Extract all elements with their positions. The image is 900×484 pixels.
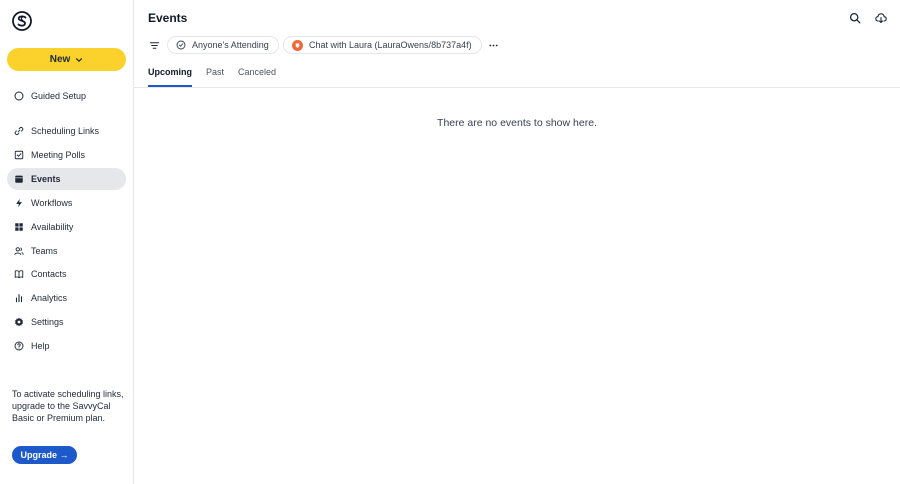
- sidebar-item-events[interactable]: Events: [7, 168, 126, 190]
- grid-icon: [15, 223, 23, 231]
- sidebar-item-teams[interactable]: Teams: [7, 240, 126, 262]
- sidebar: New Guided Setup Scheduling Links Meetin…: [0, 0, 134, 484]
- page-title: Events: [148, 11, 188, 25]
- users-icon: [14, 247, 24, 255]
- sidebar-item-label: Help: [31, 341, 50, 351]
- sidebar-item-label: Events: [31, 174, 61, 184]
- sidebar-item-label: Scheduling Links: [31, 126, 100, 136]
- tab-past[interactable]: Past: [206, 65, 224, 87]
- sidebar-item-analytics[interactable]: Analytics: [7, 287, 126, 309]
- gear-icon: [14, 317, 24, 327]
- calendar-filter-chip[interactable]: Chat with Laura (LauraOwens/8b737a4f): [283, 36, 482, 54]
- empty-state-message: There are no events to show here.: [437, 117, 597, 129]
- book-icon: [14, 270, 24, 279]
- sidebar-item-label: Analytics: [31, 293, 68, 303]
- bar-chart-icon: [15, 294, 23, 303]
- sidebar-item-guided-setup[interactable]: Guided Setup: [7, 85, 126, 107]
- sidebar-item-workflows[interactable]: Workflows: [7, 192, 126, 214]
- cloud-download-icon[interactable]: [875, 12, 887, 24]
- sidebar-item-label: Guided Setup: [31, 91, 87, 101]
- tab-upcoming[interactable]: Upcoming: [148, 65, 192, 87]
- attendance-filter-chip[interactable]: Anyone's Attending: [167, 36, 279, 54]
- checkbox-icon: [14, 150, 24, 160]
- sidebar-item-label: Contacts: [31, 269, 67, 279]
- sidebar-item-availability[interactable]: Availability: [7, 216, 126, 238]
- sidebar-item-help[interactable]: Help: [7, 335, 126, 357]
- avatar: [292, 39, 303, 51]
- sidebar-item-label: Meeting Polls: [31, 150, 86, 160]
- tabs-divider: [134, 87, 900, 88]
- calendar-icon: [15, 175, 23, 183]
- new-button[interactable]: New: [7, 48, 126, 71]
- filter-icon[interactable]: [149, 40, 160, 51]
- calendar-filter-label: Chat with Laura (LauraOwens/8b737a4f): [309, 40, 472, 50]
- sidebar-item-label: Settings: [31, 317, 64, 327]
- sidebar-item-label: Teams: [31, 246, 58, 256]
- search-icon[interactable]: [849, 12, 861, 24]
- savvycal-logo-icon[interactable]: [12, 11, 32, 31]
- attendance-filter-label: Anyone's Attending: [192, 40, 269, 50]
- more-horizontal-icon[interactable]: [488, 40, 499, 51]
- new-button-label: New: [49, 54, 71, 65]
- sidebar-item-label: Workflows: [31, 198, 73, 208]
- link-icon: [14, 126, 24, 136]
- circle-icon: [14, 91, 24, 101]
- sidebar-item-scheduling-links[interactable]: Scheduling Links: [7, 120, 126, 142]
- tab-canceled[interactable]: Canceled: [238, 65, 276, 87]
- event-tabs: Upcoming Past Canceled: [148, 65, 276, 87]
- upgrade-message: To activate scheduling links, upgrade to…: [12, 389, 124, 423]
- help-icon: [14, 341, 24, 351]
- sidebar-item-meeting-polls[interactable]: Meeting Polls: [7, 144, 126, 166]
- sidebar-item-label: Availability: [31, 222, 74, 232]
- bolt-icon: [16, 198, 22, 208]
- sidebar-item-settings[interactable]: Settings: [7, 311, 126, 333]
- savvycal-link-icon: [295, 42, 300, 48]
- sidebar-item-contacts[interactable]: Contacts: [7, 263, 126, 285]
- check-circle-icon: [176, 40, 186, 50]
- upgrade-button[interactable]: Upgrade →: [12, 446, 77, 464]
- chevron-down-icon: [76, 57, 83, 62]
